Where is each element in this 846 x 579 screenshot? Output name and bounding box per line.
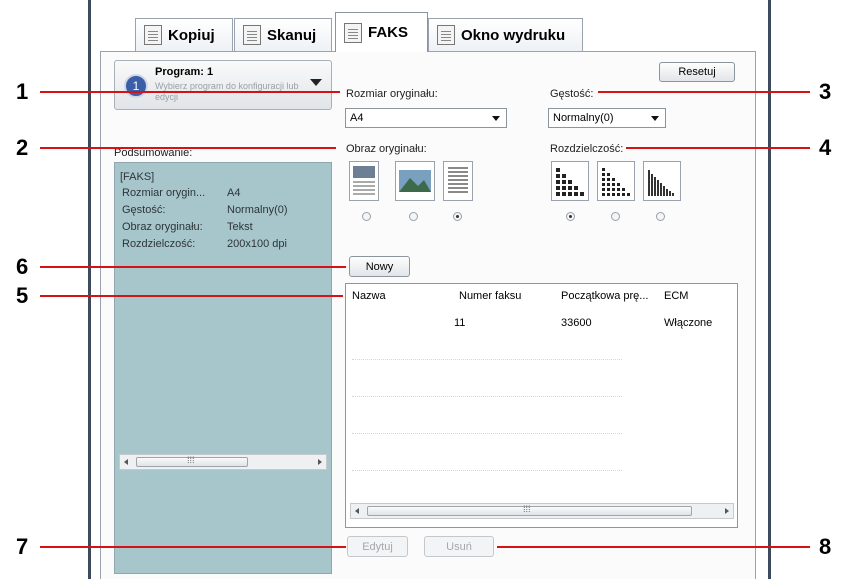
window-frame-right [768,0,771,579]
text-image-mode-icon[interactable] [349,161,379,201]
resolution-fine-radio[interactable] [566,212,575,221]
grip-icon: ⁞⁞⁞ [187,455,195,465]
reset-button[interactable]: Resetuj [659,62,735,82]
column-header-initial-speed[interactable]: Początkowa prę... [561,290,648,302]
density-value: Normalny(0) [553,112,614,124]
scrollbar-thumb[interactable]: ⁞⁞⁞ [367,504,692,516]
row-divider [352,433,622,434]
cell-ecm: Włączone [664,317,713,329]
resolution-fine-icon [556,168,584,196]
original-size-label: Rozmiar oryginału: [346,88,438,100]
summary-value: A4 [227,187,241,199]
resolution-superfine-option[interactable] [597,161,635,201]
grip-icon: ⁞⁞⁞ [523,504,531,514]
text-icon [448,167,468,193]
callout-line-1 [40,91,340,93]
callout-line-2 [40,147,336,149]
summary-panel: [FAKS] Rozmiar orygin... A4 Gęstość: Nor… [114,162,332,574]
summary-key: Gęstość: [122,204,166,216]
callout-number-4: 4 [819,135,832,160]
tab-label: Kopiuj [168,26,215,44]
scroll-right-icon[interactable] [725,508,729,514]
summary-value: Tekst [227,221,253,233]
print-icon [437,25,455,45]
row-divider [352,359,622,360]
resolution-ultrafine-option[interactable] [643,161,681,201]
resolution-ultrafine-icon [648,170,674,196]
summary-value: Normalny(0) [227,204,288,216]
scroll-left-icon[interactable] [355,508,359,514]
resolution-ultrafine-radio[interactable] [656,212,665,221]
text-image-radio[interactable] [362,212,371,221]
delete-button[interactable]: Usuń [424,536,494,557]
original-size-select[interactable]: A4 [345,108,507,128]
column-header-ecm[interactable]: ECM [664,290,688,302]
callout-number-7: 7 [16,534,29,559]
column-header-fax-number[interactable]: Numer faksu [459,290,521,302]
callout-line-5 [40,295,343,297]
callout-line-4 [626,147,810,149]
callout-number-5: 5 [16,283,29,308]
fax-icon [344,22,362,43]
resolution-fine-option[interactable] [551,161,589,201]
callout-number-1: 1 [16,79,29,104]
callout-line-7 [40,546,346,548]
density-select[interactable]: Normalny(0) [548,108,666,128]
edit-button[interactable]: Edytuj [347,536,408,557]
summary-key: Obraz oryginału: [122,221,203,233]
chevron-down-icon [651,116,659,121]
chevron-down-icon[interactable] [310,79,322,86]
original-size-value: A4 [350,112,364,124]
tab-faks[interactable]: FAKS [335,12,428,52]
summary-scrollbar[interactable]: ⁞⁞⁞ [119,454,327,470]
program-number-badge: 1 [124,74,148,98]
text-radio[interactable] [453,212,462,221]
tab-skanuj[interactable]: Skanuj [234,18,332,51]
tab-okno-wydruku[interactable]: Okno wydruku [428,18,583,51]
fax-destination-list[interactable]: Nazwa Numer faksu Początkowa prę... ECM … [345,283,738,528]
program-selector[interactable]: 1 Program: 1 Wybierz program do konfigur… [114,60,332,110]
cell-fax-number: 11 [454,317,466,329]
column-header-name[interactable]: Nazwa [352,290,386,302]
density-label: Gęstość: [550,88,594,100]
resolution-superfine-radio[interactable] [611,212,620,221]
row-divider [352,396,622,397]
text-mode-icon[interactable] [443,161,473,201]
program-title: Program: 1 [155,66,214,78]
text-image-icon [353,166,375,195]
copy-icon [144,25,162,45]
tab-label: Skanuj [267,26,317,44]
photo-mode-icon[interactable] [395,161,435,201]
new-button[interactable]: Nowy [349,256,410,277]
callout-number-2: 2 [16,135,29,160]
resolution-label: Rozdzielczość: [550,143,624,155]
callout-number-8: 8 [819,534,832,559]
scroll-left-icon[interactable] [124,459,128,465]
callout-line-8 [497,546,810,548]
tab-label: Okno wydruku [461,26,566,44]
tab-kopiuj[interactable]: Kopiuj [135,18,233,51]
callout-number-6: 6 [16,254,29,279]
summary-value: 200x100 dpi [227,238,287,250]
summary-key: Rozdzielczość: [122,238,196,250]
tab-label: FAKS [368,24,409,41]
resolution-superfine-icon [602,168,630,196]
scroll-right-icon[interactable] [318,459,322,465]
callout-line-6 [40,266,346,268]
summary-key: Rozmiar orygin... [122,187,206,199]
scan-icon [243,25,261,45]
callout-number-3: 3 [819,79,832,104]
window-frame-left [88,0,91,579]
scrollbar-thumb[interactable]: ⁞⁞⁞ [136,455,248,467]
chevron-down-icon [492,116,500,121]
original-image-label: Obraz oryginału: [346,143,427,155]
summary-header: [FAKS] [120,171,155,183]
list-scrollbar[interactable]: ⁞⁞⁞ [350,503,734,519]
callout-line-3 [598,91,810,93]
photo-radio[interactable] [409,212,418,221]
photo-icon [399,170,431,192]
cell-initial-speed: 33600 [561,317,592,329]
row-divider [352,470,622,471]
